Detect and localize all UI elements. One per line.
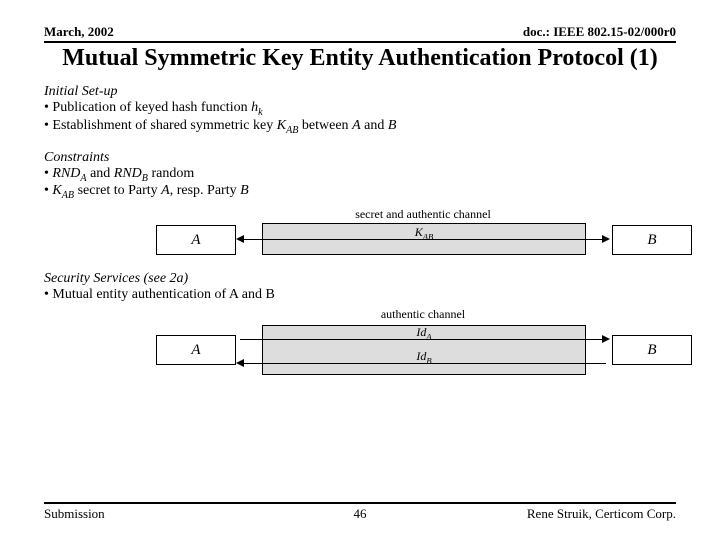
diagram1-caption: secret and authentic channel [262, 207, 584, 222]
diagram2-idb-label: IdB [394, 349, 454, 365]
diagram2-caption: authentic channel [262, 307, 584, 322]
initial-setup-bullet-2: • Establishment of shared symmetric key … [44, 118, 676, 136]
header-doc: doc.: IEEE 802.15-02/000r0 [523, 24, 676, 40]
node-a-1: A [156, 225, 236, 255]
diagram2-ida-label: IdA [394, 325, 454, 341]
header-row: March, 2002 doc.: IEEE 802.15-02/000r0 [44, 24, 676, 43]
node-b-1: B [612, 225, 692, 255]
node-a-2: A [156, 335, 236, 365]
footer-row: Submission 46 Rene Struik, Certicom Corp… [44, 502, 676, 522]
page-title: Mutual Symmetric Key Entity Authenticati… [44, 45, 676, 72]
initial-setup-head: Initial Set-up [44, 84, 676, 100]
node-b-2: B [612, 335, 692, 365]
constraints-bullet-2: • KAB secret to Party A, resp. Party B [44, 183, 676, 201]
security-bullet-1: • Mutual entity authentication of A and … [44, 287, 676, 303]
arrow-idb-head-icon [236, 359, 244, 367]
initial-setup-bullet-1: • Publication of keyed hash function hk [44, 100, 676, 118]
diagram-key-exchange: secret and authentic channel A B KAB [44, 207, 676, 263]
header-date: March, 2002 [44, 24, 114, 40]
arrow-head-right-icon [602, 235, 610, 243]
arrow-head-left-icon [236, 235, 244, 243]
constraints-bullet-1: • RNDA and RNDB random [44, 166, 676, 184]
constraints-head: Constraints [44, 150, 676, 166]
diagram1-key-label: KAB [394, 225, 454, 241]
security-head: Security Services (see 2a) [44, 271, 676, 287]
footer-page-number: 46 [44, 506, 676, 522]
diagram-auth-channel: authentic channel A B IdA IdB [44, 317, 676, 383]
arrow-ida-head-icon [602, 335, 610, 343]
